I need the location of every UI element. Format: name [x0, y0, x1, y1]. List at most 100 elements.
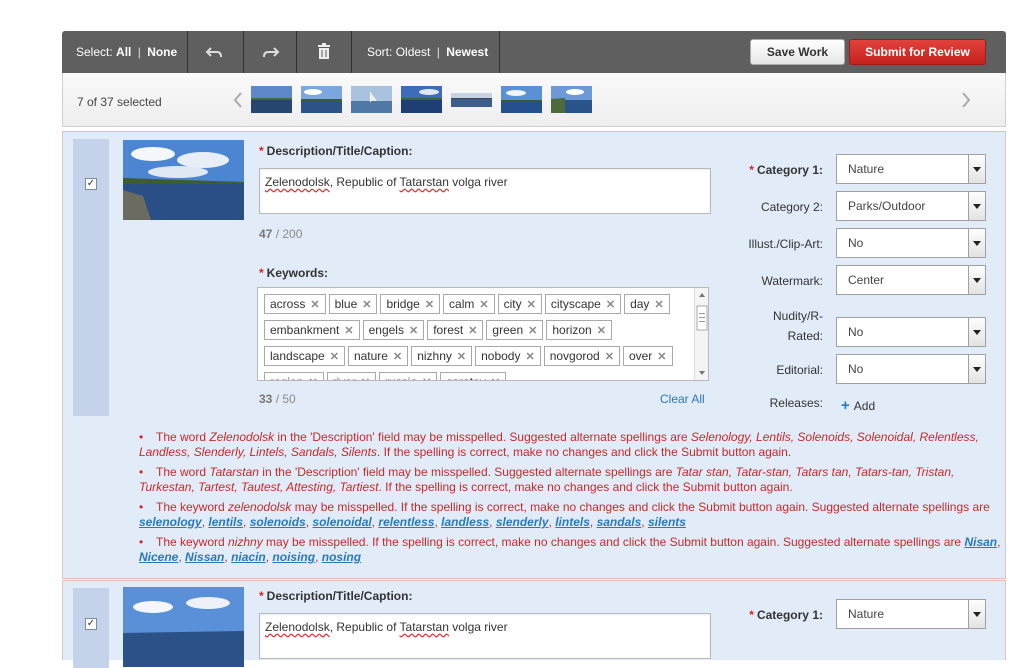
toolbar-divider — [187, 31, 188, 73]
remove-keyword-icon[interactable]: ✕ — [308, 377, 317, 380]
category2-select[interactable]: Parks/Outdoor — [836, 191, 986, 221]
thumbnail-7[interactable] — [551, 86, 592, 113]
suggestion-link[interactable]: Nissan — [185, 550, 224, 564]
item-select-bar[interactable]: ✓ — [73, 139, 109, 416]
suggestion-link-list: selenology, lentils, solenoids, solenoid… — [139, 515, 686, 529]
keyword-tag: saratov ✕ — [440, 372, 506, 380]
separator-bar: | — [436, 45, 440, 59]
sort-oldest-link[interactable]: Oldest — [396, 45, 431, 59]
add-release-button[interactable]: + Add — [841, 397, 875, 414]
remove-keyword-icon[interactable]: ✕ — [468, 325, 477, 337]
submit-for-review-button[interactable]: Submit for Review — [849, 39, 986, 65]
save-work-button[interactable]: Save Work — [750, 39, 845, 65]
chevron-down-icon — [968, 155, 985, 183]
illustration-select[interactable]: No — [836, 228, 986, 258]
suggestion-link[interactable]: silents — [648, 515, 686, 529]
remove-keyword-icon[interactable]: ✕ — [479, 299, 488, 311]
redo-icon[interactable] — [260, 42, 280, 62]
suggestion-link[interactable]: nosing — [322, 550, 361, 564]
remove-keyword-icon[interactable]: ✕ — [393, 351, 402, 363]
remove-keyword-icon[interactable]: ✕ — [422, 377, 431, 380]
bullet: • — [139, 430, 144, 444]
undo-icon[interactable] — [205, 42, 225, 62]
remove-keyword-icon[interactable]: ✕ — [605, 351, 614, 363]
item-photo — [123, 587, 244, 667]
keyword-text: river — [333, 375, 356, 380]
suggestion-link[interactable]: solenoids — [250, 515, 306, 529]
toolbar-divider — [243, 31, 244, 73]
remove-keyword-icon[interactable]: ✕ — [457, 351, 466, 363]
nudity-select[interactable]: No — [836, 317, 986, 347]
item-select-bar[interactable]: ✓ — [73, 588, 109, 668]
thumbnail-5[interactable] — [451, 86, 492, 113]
remove-keyword-icon[interactable]: ✕ — [528, 325, 537, 337]
suggestion-link[interactable]: relentless — [378, 515, 434, 529]
keywords-scrollbar[interactable] — [694, 288, 708, 380]
select-none-link[interactable]: None — [147, 45, 177, 59]
suggestion-link[interactable]: noising — [272, 550, 315, 564]
suggestion-link[interactable]: slenderly — [496, 515, 549, 529]
suggestion-link[interactable]: landless — [441, 515, 489, 529]
description-textarea[interactable]: Zelenodolsk, Republic of Tatarstan volga… — [259, 613, 711, 659]
bullet: • — [139, 535, 144, 549]
suggestion-link[interactable]: Nisan — [964, 535, 997, 549]
remove-keyword-icon[interactable]: ✕ — [425, 299, 434, 311]
item-checkbox[interactable]: ✓ — [85, 618, 97, 630]
watermark-select[interactable]: Center — [836, 265, 986, 295]
keyword-tag: russia ✕ — [379, 372, 438, 380]
description-textarea[interactable]: Zelenodolsk, Republic of Tatarstan volga… — [259, 168, 711, 214]
keyword-tag: over ✕ — [622, 346, 673, 366]
keyword-text: nizhny — [417, 349, 452, 363]
suggestion-link[interactable]: lentils — [208, 515, 243, 529]
chevron-right-icon[interactable] — [959, 90, 973, 110]
thumbnail-2[interactable] — [301, 86, 342, 113]
chevron-down-icon — [968, 229, 985, 257]
keyword-tag: nizhny ✕ — [411, 346, 473, 366]
chevron-down-icon — [968, 192, 985, 220]
sort-newest-link[interactable]: Newest — [446, 45, 488, 59]
remove-keyword-icon[interactable]: ✕ — [654, 299, 663, 311]
separator-bar: | — [137, 45, 141, 59]
remove-keyword-icon[interactable]: ✕ — [597, 325, 606, 337]
thumbnail-4[interactable] — [401, 86, 442, 113]
scrollbar-graphic — [696, 293, 708, 375]
toolbar-divider — [499, 31, 500, 73]
remove-keyword-icon[interactable]: ✕ — [330, 351, 339, 363]
suggestion-link[interactable]: selenology — [139, 515, 202, 529]
trash-icon[interactable] — [314, 42, 334, 62]
clear-all-keywords-link[interactable]: Clear All — [660, 392, 705, 406]
category1-select[interactable]: Nature — [836, 599, 986, 629]
remove-keyword-icon[interactable]: ✕ — [361, 377, 370, 380]
keyword-text: across — [270, 297, 306, 311]
remove-keyword-icon[interactable]: ✕ — [606, 299, 615, 311]
category1-select[interactable]: Nature — [836, 154, 986, 184]
keyword-tag: region ✕ — [264, 372, 324, 380]
thumbnail-3[interactable] — [351, 86, 392, 113]
editorial-select[interactable]: No — [836, 354, 986, 384]
remove-keyword-icon[interactable]: ✕ — [525, 351, 534, 363]
remove-keyword-icon[interactable]: ✕ — [310, 299, 319, 311]
item-checkbox[interactable]: ✓ — [85, 178, 97, 190]
keyword-tag: green ✕ — [486, 320, 544, 340]
keyword-text: forest — [433, 323, 464, 337]
remove-keyword-icon[interactable]: ✕ — [657, 351, 666, 363]
chevron-left-icon[interactable] — [231, 90, 245, 110]
remove-keyword-icon[interactable]: ✕ — [527, 299, 536, 311]
thumbnail-1[interactable] — [251, 86, 292, 113]
suggestion-link[interactable]: niacin — [231, 550, 266, 564]
remove-keyword-icon[interactable]: ✕ — [409, 325, 418, 337]
description-label: * Description/Title/Caption: — [259, 144, 413, 158]
suggestion-link[interactable]: Nicene — [139, 550, 178, 564]
remove-keyword-icon[interactable]: ✕ — [344, 325, 353, 337]
keyword-text: over — [628, 349, 653, 363]
thumbnail-6[interactable] — [501, 86, 542, 113]
plus-icon: + — [841, 397, 850, 414]
select-all-link[interactable]: All — [116, 45, 131, 59]
remove-keyword-icon[interactable]: ✕ — [491, 377, 500, 380]
editorial-label: Editorial: — [776, 363, 823, 377]
keywords-box[interactable]: across ✕ blue ✕ bridge ✕ calm ✕ city ✕ cityscape ✕ d… — [257, 287, 709, 381]
suggestion-link[interactable]: sandals — [597, 515, 642, 529]
suggestion-link[interactable]: lintels — [555, 515, 590, 529]
remove-keyword-icon[interactable]: ✕ — [362, 299, 371, 311]
suggestion-link[interactable]: solenoidal — [312, 515, 371, 529]
